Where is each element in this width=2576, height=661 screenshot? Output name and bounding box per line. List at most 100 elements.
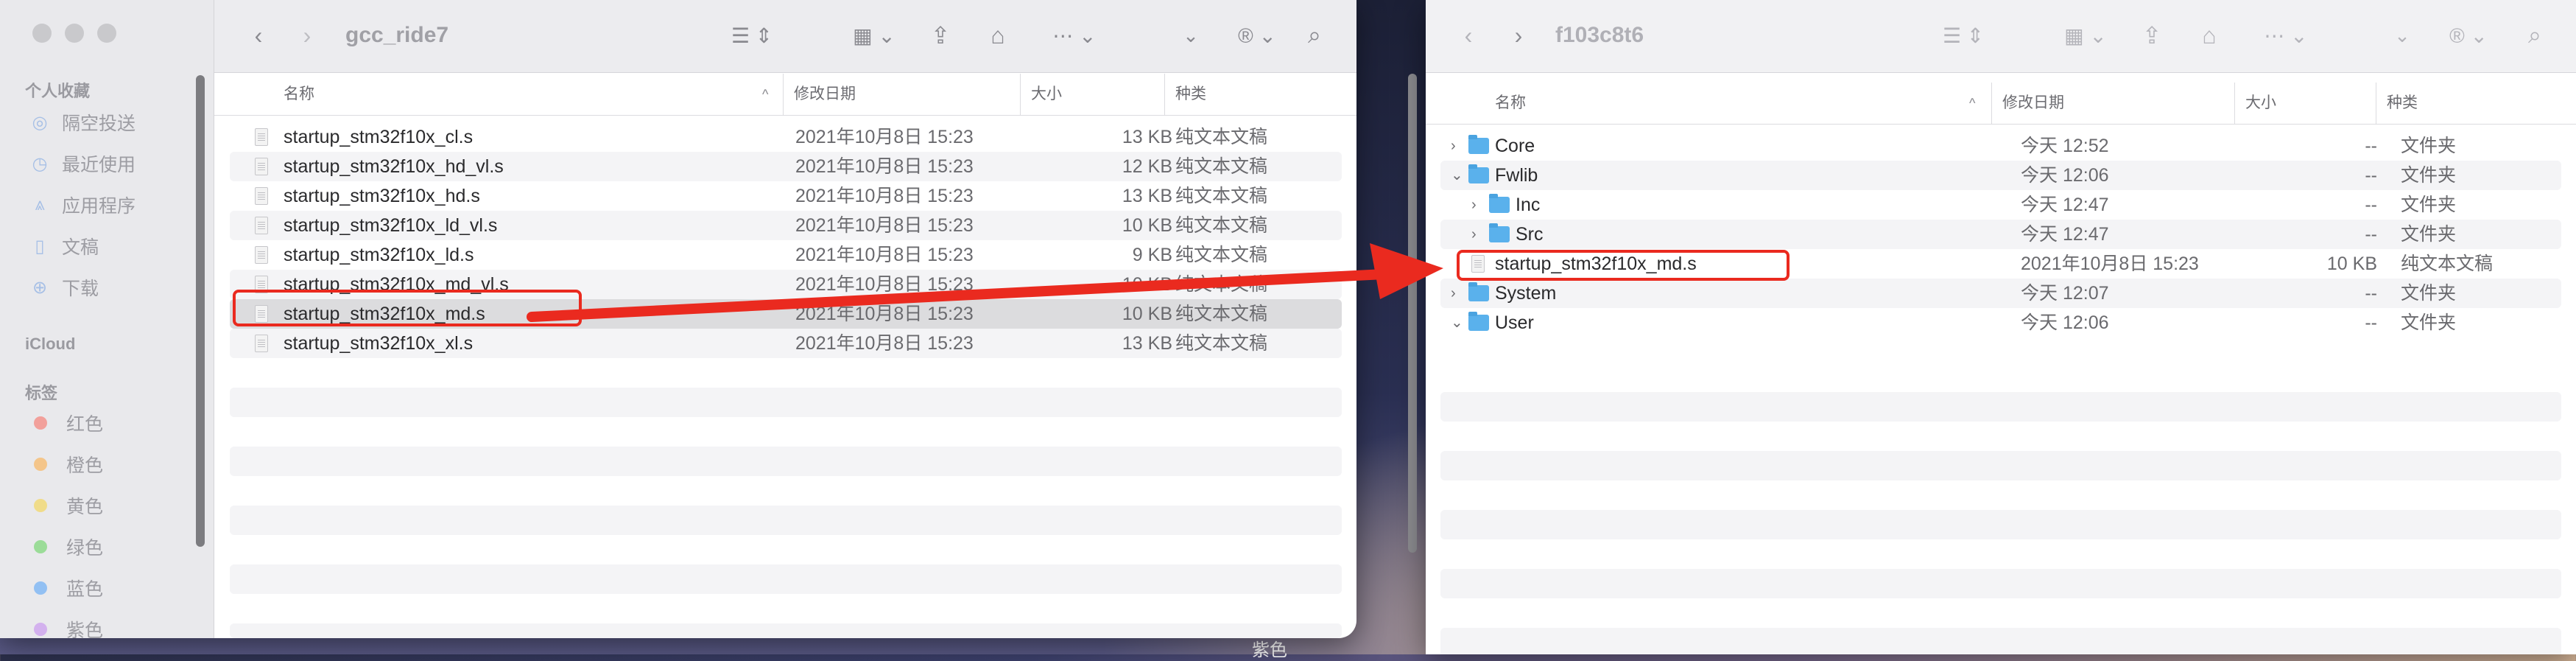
empty-row-stripe bbox=[230, 506, 1342, 535]
minimize-button[interactable] bbox=[65, 24, 84, 43]
file-name: startup_stm32f10x_hd.s bbox=[284, 186, 480, 206]
sidebar-tag-purple[interactable]: 紫色 bbox=[29, 615, 103, 638]
item-name: Src bbox=[1516, 224, 1544, 245]
empty-row-stripe bbox=[1440, 392, 2561, 422]
sidebar-tag-orange[interactable]: 橙色 bbox=[29, 450, 103, 479]
forward-button[interactable]: › bbox=[292, 18, 322, 53]
item-kind: 文件夹 bbox=[2401, 136, 2457, 156]
list-view-button[interactable]: ☰ ⇕ bbox=[722, 18, 781, 53]
sidebar-tag-red[interactable]: 红色 bbox=[29, 408, 103, 438]
sidebar-item-label: 橙色 bbox=[66, 455, 104, 476]
disclosure-chevron-icon[interactable]: › bbox=[1451, 279, 1456, 308]
column-header-size[interactable]: 大小 bbox=[1020, 74, 1062, 115]
file-size: 9 KB bbox=[1132, 245, 1172, 265]
chevron-right-icon: › bbox=[1514, 21, 1523, 49]
column-header-name[interactable]: 名称 bbox=[1495, 83, 1526, 124]
extension-button[interactable]: ® ⌄ bbox=[2439, 18, 2498, 53]
folder-icon bbox=[1468, 312, 1489, 331]
disclosure-chevron-icon[interactable]: ⌄ bbox=[1451, 308, 1463, 338]
sidebar-item-label: 隔空投送 bbox=[62, 113, 136, 134]
file-row[interactable]: startup_stm32f10x_ld.s 2021年10月8日 15:23 9 … bbox=[230, 240, 1342, 270]
folder-row[interactable]: › System 今天 12:07 -- 文件夹 bbox=[1440, 279, 2561, 308]
disclosure-chevron-icon[interactable]: › bbox=[1451, 131, 1456, 161]
toolbar: ‹ › f103c8t6 ☰ ⇕ ▦ ⌄ ⇪ ⌂ ⋯ ⌄ ⌄ ® ⌄ ⌕ bbox=[1426, 0, 2576, 73]
folder-row[interactable]: › Core 今天 12:52 -- 文件夹 bbox=[1440, 131, 2561, 161]
item-name: Core bbox=[1495, 136, 1535, 156]
file-row[interactable]: startup_stm32f10x_hd_vl.s 2021年10月8日 15:2… bbox=[230, 152, 1342, 181]
sidebar-item-airdrop[interactable]: ◎ 隔空投送 bbox=[29, 108, 136, 137]
column-header-kind[interactable]: 种类 bbox=[2376, 83, 2418, 124]
list-view-button[interactable]: ☰ ⇕ bbox=[1934, 18, 1993, 53]
file-row[interactable]: startup_stm32f10x_cl.s 2021年10月8日 15:23 13… bbox=[230, 122, 1342, 152]
document-icon: ▯ bbox=[35, 236, 45, 256]
more-actions-button[interactable]: ⋯ ⌄ bbox=[2256, 18, 2315, 53]
overflow-chevron-button[interactable]: ⌄ bbox=[1176, 18, 1206, 53]
sidebar-item-label: 应用程序 bbox=[62, 196, 136, 217]
disclosure-chevron-icon[interactable]: ⌄ bbox=[1451, 161, 1463, 190]
share-button[interactable]: ⇪ bbox=[2134, 18, 2169, 53]
extension-button[interactable]: ® ⌄ bbox=[1228, 18, 1287, 53]
empty-row-stripe bbox=[1440, 569, 2561, 598]
zoom-button[interactable] bbox=[97, 24, 116, 43]
item-date: 今天 12:47 bbox=[2021, 224, 2109, 245]
sidebar-tag-green[interactable]: 绿色 bbox=[29, 532, 103, 562]
back-button[interactable]: ‹ bbox=[1454, 18, 1483, 53]
column-header-kind[interactable]: 种类 bbox=[1164, 74, 1206, 115]
tag-button[interactable]: ⌂ bbox=[980, 18, 1016, 53]
folder-row[interactable]: ⌄ Fwlib 今天 12:06 -- 文件夹 bbox=[1440, 161, 2561, 190]
file-row[interactable]: startup_stm32f10x_xl.s 2021年10月8日 15:23 13… bbox=[230, 329, 1342, 358]
search-button[interactable]: ⌕ bbox=[1297, 18, 1332, 53]
close-button[interactable] bbox=[32, 24, 52, 43]
item-name: User bbox=[1495, 312, 1534, 333]
column-header-name[interactable]: 名称 bbox=[284, 74, 314, 115]
group-button[interactable]: ▦ ⌄ bbox=[845, 18, 904, 53]
list-header: 名称 ^ 修改日期 大小 种类 bbox=[214, 74, 1356, 116]
sidebar-tag-yellow[interactable]: 黄色 bbox=[29, 491, 103, 520]
back-button[interactable]: ‹ bbox=[244, 18, 273, 53]
overflow-chevron-button[interactable]: ⌄ bbox=[2387, 18, 2417, 53]
forward-button[interactable]: › bbox=[1504, 18, 1533, 53]
search-icon: ⌕ bbox=[2528, 21, 2541, 48]
background-sidebar-label: 紫色 bbox=[1252, 640, 1287, 660]
list-view-icon: ☰ ⇕ bbox=[1942, 24, 1985, 47]
item-kind: 纯文本文稿 bbox=[2401, 253, 2494, 274]
folder-icon bbox=[1468, 135, 1489, 154]
search-button[interactable]: ⌕ bbox=[2517, 18, 2552, 53]
text-file-icon bbox=[255, 158, 268, 175]
file-row[interactable]: startup_stm32f10x_hd.s 2021年10月8日 15:23 13… bbox=[230, 181, 1342, 211]
list-scrollbar[interactable] bbox=[1408, 74, 1417, 553]
file-row[interactable]: startup_stm32f10x_ld_vl.s 2021年10月8日 15:2… bbox=[230, 211, 1342, 240]
disclosure-chevron-icon[interactable]: › bbox=[1471, 190, 1477, 220]
empty-row-stripe bbox=[230, 623, 1342, 638]
sidebar-item-applications[interactable]: ⩓ 应用程序 bbox=[29, 190, 136, 220]
sidebar-item-label: 红色 bbox=[66, 414, 104, 435]
sidebar-tag-blue[interactable]: 蓝色 bbox=[29, 573, 103, 603]
disclosure-chevron-icon[interactable]: › bbox=[1471, 220, 1477, 249]
tag-button[interactable]: ⌂ bbox=[2192, 18, 2227, 53]
sidebar-scrollbar[interactable] bbox=[196, 75, 205, 547]
more-actions-button[interactable]: ⋯ ⌄ bbox=[1045, 18, 1104, 53]
tag-dot-icon bbox=[34, 458, 47, 471]
column-header-size[interactable]: 大小 bbox=[2234, 83, 2276, 124]
column-header-date[interactable]: 修改日期 bbox=[1991, 83, 2064, 124]
chevron-down-icon: ⌄ bbox=[1183, 24, 1199, 46]
tag-dot-icon bbox=[34, 623, 47, 636]
annotation-highlight-source bbox=[233, 290, 582, 326]
group-button[interactable]: ▦ ⌄ bbox=[2056, 18, 2115, 53]
folder-row[interactable]: › Src 今天 12:47 -- 文件夹 bbox=[1440, 220, 2561, 249]
file-name: startup_stm32f10x_ld.s bbox=[284, 245, 474, 265]
column-header-date[interactable]: 修改日期 bbox=[783, 74, 856, 115]
item-kind: 文件夹 bbox=[2401, 195, 2457, 215]
folder-row[interactable]: › Inc 今天 12:47 -- 文件夹 bbox=[1440, 190, 2561, 220]
folder-row[interactable]: ⌄ User 今天 12:06 -- 文件夹 bbox=[1440, 308, 2561, 338]
item-kind: 文件夹 bbox=[2401, 312, 2457, 333]
chevron-left-icon: ‹ bbox=[1464, 21, 1473, 49]
sidebar-icloud-header: iCloud bbox=[25, 335, 76, 353]
share-button[interactable]: ⇪ bbox=[923, 18, 958, 53]
grid-icon: ▦ ⌄ bbox=[853, 24, 895, 47]
item-size: -- bbox=[2365, 136, 2377, 156]
tag-icon: ⌂ bbox=[2202, 21, 2217, 49]
sidebar-item-documents[interactable]: ▯ 文稿 bbox=[29, 231, 99, 261]
sidebar-item-downloads[interactable]: ⊕ 下载 bbox=[29, 273, 99, 302]
sidebar-item-recents[interactable]: ◷ 最近使用 bbox=[29, 149, 136, 178]
